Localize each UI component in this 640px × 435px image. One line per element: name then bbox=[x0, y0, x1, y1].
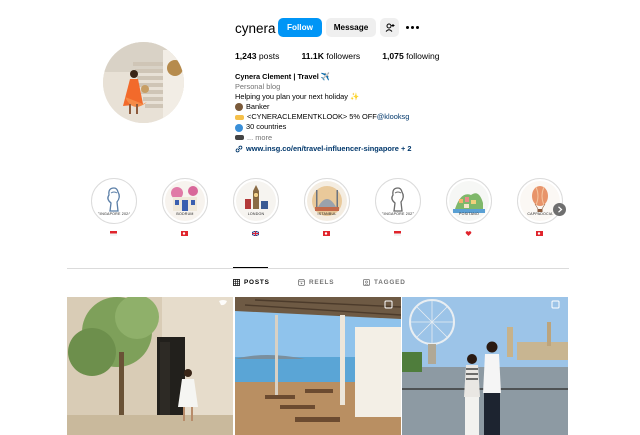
bio-external-link[interactable]: www.insg.co/en/travel-influencer-singapo… bbox=[246, 144, 411, 154]
bio-line: <CYNERACLEMENTKLOOK> 5% OFF @klooksg bbox=[235, 112, 495, 122]
singapore-flag-icon bbox=[110, 231, 117, 236]
tab-posts[interactable]: POSTS bbox=[233, 279, 270, 286]
klook-mention-link[interactable]: @klooksg bbox=[377, 112, 410, 122]
more-options-icon[interactable] bbox=[405, 18, 419, 37]
profile-avatar[interactable] bbox=[103, 42, 184, 123]
banker-icon bbox=[235, 103, 243, 112]
bio-line: Banker bbox=[235, 102, 495, 112]
follow-button[interactable]: Follow bbox=[278, 18, 322, 37]
highlights-next-arrow[interactable] bbox=[553, 203, 566, 216]
profile-category: Personal blog bbox=[235, 82, 281, 92]
active-tab-indicator bbox=[233, 267, 268, 268]
add-user-button[interactable] bbox=[380, 18, 399, 37]
reels-icon bbox=[298, 279, 305, 286]
ticket-icon bbox=[235, 114, 244, 120]
highlight-bodrum[interactable]: BODRUM bbox=[162, 178, 208, 236]
chevron-right-icon bbox=[557, 206, 562, 213]
post-thumbnail[interactable] bbox=[67, 297, 233, 435]
following-count[interactable]: 1,075 following bbox=[382, 51, 439, 61]
red-heart-icon bbox=[465, 231, 472, 236]
post-thumbnail[interactable] bbox=[402, 297, 568, 435]
highlight-istanbul[interactable]: ISTANBUL bbox=[304, 178, 350, 236]
profile-stats: 1,243 posts 11.1K followers 1,075 follow… bbox=[235, 51, 462, 61]
camera-icon bbox=[235, 135, 244, 141]
message-button[interactable]: Message bbox=[326, 18, 376, 37]
bio-line: 30 countries bbox=[235, 122, 495, 132]
grid-icon bbox=[233, 279, 240, 286]
followers-count[interactable]: 11.1K followers bbox=[301, 51, 360, 61]
turkey-flag-icon bbox=[181, 231, 188, 236]
highlight-positano[interactable]: POSITANO bbox=[446, 178, 492, 236]
highlight-cappadocia[interactable]: CAPPADOCIA bbox=[517, 178, 563, 236]
highlight-london[interactable]: LONDON bbox=[233, 178, 279, 236]
tagged-icon bbox=[363, 279, 370, 286]
profile-bio: Cynera Clement | Travel ✈️ Personal blog… bbox=[235, 72, 495, 154]
post-thumbnail[interactable] bbox=[235, 297, 401, 435]
turkey-flag-icon bbox=[536, 231, 543, 236]
highlight-singapore-2024[interactable]: SINGAPORE 2024 bbox=[91, 178, 137, 236]
tabs-divider bbox=[67, 268, 569, 269]
turkey-flag-icon bbox=[323, 231, 330, 236]
highlight-singapore-2023[interactable]: SINGAPORE 2023 bbox=[375, 178, 421, 236]
tab-reels[interactable]: REELS bbox=[298, 279, 334, 286]
bio-line: www.insg.co/en/travel-influencer-singapo… bbox=[235, 144, 495, 154]
uk-flag-icon bbox=[252, 231, 259, 236]
globe-icon bbox=[235, 123, 243, 132]
link-icon bbox=[235, 145, 243, 153]
profile-full-name: Cynera Clement | Travel ✈️ bbox=[235, 72, 331, 81]
bio-line: Helping you plan your next holiday ✨ bbox=[235, 92, 360, 102]
profile-username: cynera bbox=[235, 21, 276, 36]
tab-tagged[interactable]: TAGGED bbox=[363, 279, 406, 286]
singapore-flag-icon bbox=[394, 231, 401, 236]
bio-more-link[interactable]: ... more bbox=[247, 133, 272, 143]
bio-line: ... more bbox=[235, 133, 495, 143]
add-user-icon bbox=[385, 23, 394, 32]
posts-count[interactable]: 1,243 posts bbox=[235, 51, 279, 61]
